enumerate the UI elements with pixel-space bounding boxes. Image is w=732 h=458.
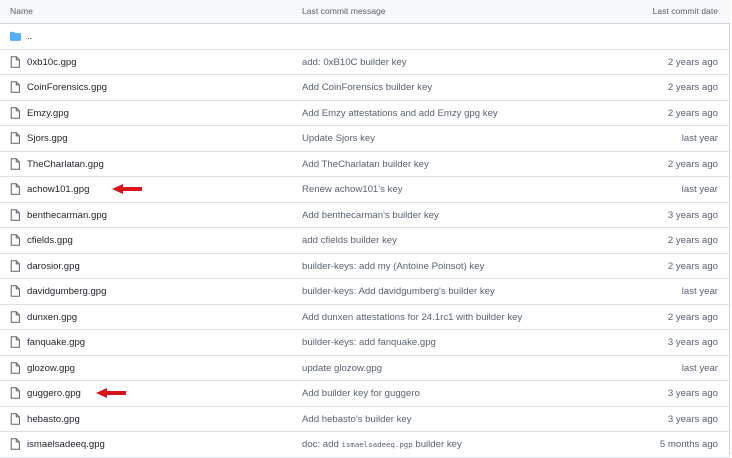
file-icon [10, 234, 20, 246]
file-icon [10, 361, 20, 374]
folder-icon [10, 31, 21, 41]
file-row[interactable]: Sjors.gpg Update Sjors key last year [0, 126, 730, 152]
file-icon [10, 208, 20, 221]
commit-message-link[interactable]: builder-keys: add fanquake.gpg [302, 337, 436, 348]
file-row[interactable]: Emzy.gpg Add Emzy attestations and add Em… [0, 101, 730, 126]
commit-message-link[interactable]: update glozow.gpg [302, 363, 382, 374]
commit-date: 3 years ago [667, 388, 718, 399]
file-name-link[interactable]: fanquake.gpg [27, 337, 85, 348]
file-name-link[interactable]: Emzy.gpg [27, 108, 69, 119]
commit-date: 3 years ago [667, 413, 718, 425]
file-name-link[interactable]: hebasto.gpg [27, 414, 80, 425]
file-row[interactable]: 0xb10c.gpg add: 0xB10C builder key 2 years… [0, 50, 730, 75]
commit-message-link[interactable]: Add CoinForensics builder key [302, 82, 432, 93]
file-icon [10, 55, 20, 68]
file-name-link[interactable]: CoinForensics.gpg [27, 82, 107, 93]
file-row[interactable]: darosior.gpg builder-keys: add my (Antoin… [0, 254, 730, 279]
file-row[interactable]: ismaelsadeeq.gpg doc: add ismaelsadeeq.pg… [0, 432, 730, 458]
file-icon [10, 285, 20, 297]
file-name-link[interactable]: davidgumberg.gpg [27, 286, 106, 297]
file-icon [10, 183, 20, 195]
file-row[interactable]: achow101.gpg Renew achow101's key last yea… [0, 177, 730, 203]
commit-message-prefix: doc: add [302, 439, 342, 450]
file-icon [10, 259, 20, 272]
file-name-link[interactable]: glozow.gpg [27, 363, 75, 374]
file-icon [10, 106, 20, 119]
red-arrow-annotation-guggero [96, 388, 126, 398]
file-icon [10, 132, 20, 144]
file-row[interactable]: davidgumberg.gpg builder-keys: Add davidg… [0, 279, 730, 305]
file-name-link[interactable]: achow101.gpg [27, 184, 89, 195]
table-header: Name Last commit message Last commit dat… [0, 0, 730, 24]
parent-directory-row[interactable]: .. [0, 24, 730, 50]
commit-date: 2 years ago [667, 56, 718, 68]
file-row[interactable]: CoinForensics.gpg Add CoinForensics build… [0, 75, 730, 101]
file-icon [10, 412, 20, 425]
file-icon [10, 438, 20, 450]
file-icon [10, 387, 20, 399]
file-row[interactable]: benthecarman.gpg Add benthecarman's build… [0, 203, 730, 228]
commit-date: 2 years ago [667, 158, 718, 170]
file-name-link[interactable]: cfields.gpg [27, 235, 73, 246]
parent-directory-link[interactable]: .. [27, 31, 32, 42]
file-name-link[interactable]: 0xb10c.gpg [27, 57, 77, 68]
file-name-link[interactable]: Sjors.gpg [27, 133, 68, 144]
red-arrow-annotation-achow101 [112, 184, 142, 194]
commit-message-link[interactable]: add cfields builder key [302, 235, 397, 246]
commit-message-code: ismaelsadeeq.pgp [341, 440, 413, 449]
file-icon [10, 157, 20, 170]
commit-message-suffix: builder key [412, 439, 462, 450]
commit-date: last year [681, 184, 718, 195]
file-name-link[interactable]: guggero.gpg [27, 388, 81, 399]
commit-message-link[interactable]: Add builder key for guggero [302, 388, 420, 399]
file-row[interactable]: dunxen.gpg Add dunxen attestations for 24… [0, 305, 730, 330]
commit-message-link[interactable]: Add hebasto's builder key [302, 414, 412, 425]
commit-date: last year [681, 133, 718, 144]
commit-message-link[interactable]: add: 0xB10C builder key [302, 57, 407, 68]
commit-message-link[interactable]: Add TheCharlatan builder key [302, 159, 429, 170]
file-icon [10, 81, 20, 93]
commit-date: 2 years ago [667, 311, 718, 323]
commit-message-link[interactable]: Add Emzy attestations and add Emzy gpg k… [302, 108, 498, 119]
commit-message-link[interactable]: Update Sjors key [302, 133, 375, 144]
commit-date: 2 years ago [667, 82, 718, 93]
file-row[interactable]: cfields.gpg add cfields builder key 2 year… [0, 228, 730, 254]
commit-message-link[interactable]: Add dunxen attestations for 24.1rc1 with… [302, 312, 522, 323]
file-row[interactable]: hebasto.gpg Add hebasto's builder key 3 ye… [0, 407, 730, 432]
file-name-link[interactable]: TheCharlatan.gpg [27, 159, 104, 170]
commit-date: 3 years ago [667, 337, 718, 348]
file-name-link[interactable]: ismaelsadeeq.gpg [27, 439, 105, 450]
file-table: Name Last commit message Last commit dat… [0, 0, 730, 458]
commit-message-link[interactable]: doc: add ismaelsadeeq.pgp builder key [302, 439, 462, 450]
file-icon [10, 310, 20, 323]
commit-message-link[interactable]: builder-keys: add my (Antoine Poinsot) k… [302, 261, 484, 272]
commit-date: 2 years ago [667, 260, 718, 272]
commit-message-link[interactable]: Add benthecarman's builder key [302, 210, 439, 221]
commit-date: last year [681, 362, 718, 374]
commit-date: 3 years ago [667, 209, 718, 221]
file-name-link[interactable]: dunxen.gpg [27, 312, 77, 323]
file-icon [10, 336, 20, 348]
commit-message-link[interactable]: Renew achow101's key [302, 184, 403, 195]
file-row[interactable]: glozow.gpg update glozow.gpg last year [0, 356, 730, 381]
commit-date: 2 years ago [667, 235, 718, 246]
commit-date: last year [681, 286, 718, 297]
commit-date: 2 years ago [667, 107, 718, 119]
file-row[interactable]: fanquake.gpg builder-keys: add fanquake.g… [0, 330, 730, 356]
commit-message-link[interactable]: builder-keys: Add davidgumberg's builder… [302, 286, 495, 297]
header-name: Name [10, 6, 33, 16]
header-last-commit-message: Last commit message [302, 6, 386, 16]
commit-date: 5 months ago [659, 439, 718, 450]
file-row[interactable]: TheCharlatan.gpg Add TheCharlatan builder… [0, 152, 730, 177]
file-name-link[interactable]: darosior.gpg [27, 261, 80, 272]
file-name-link[interactable]: benthecarman.gpg [27, 210, 107, 221]
header-last-commit-date: Last commit date [652, 6, 718, 16]
